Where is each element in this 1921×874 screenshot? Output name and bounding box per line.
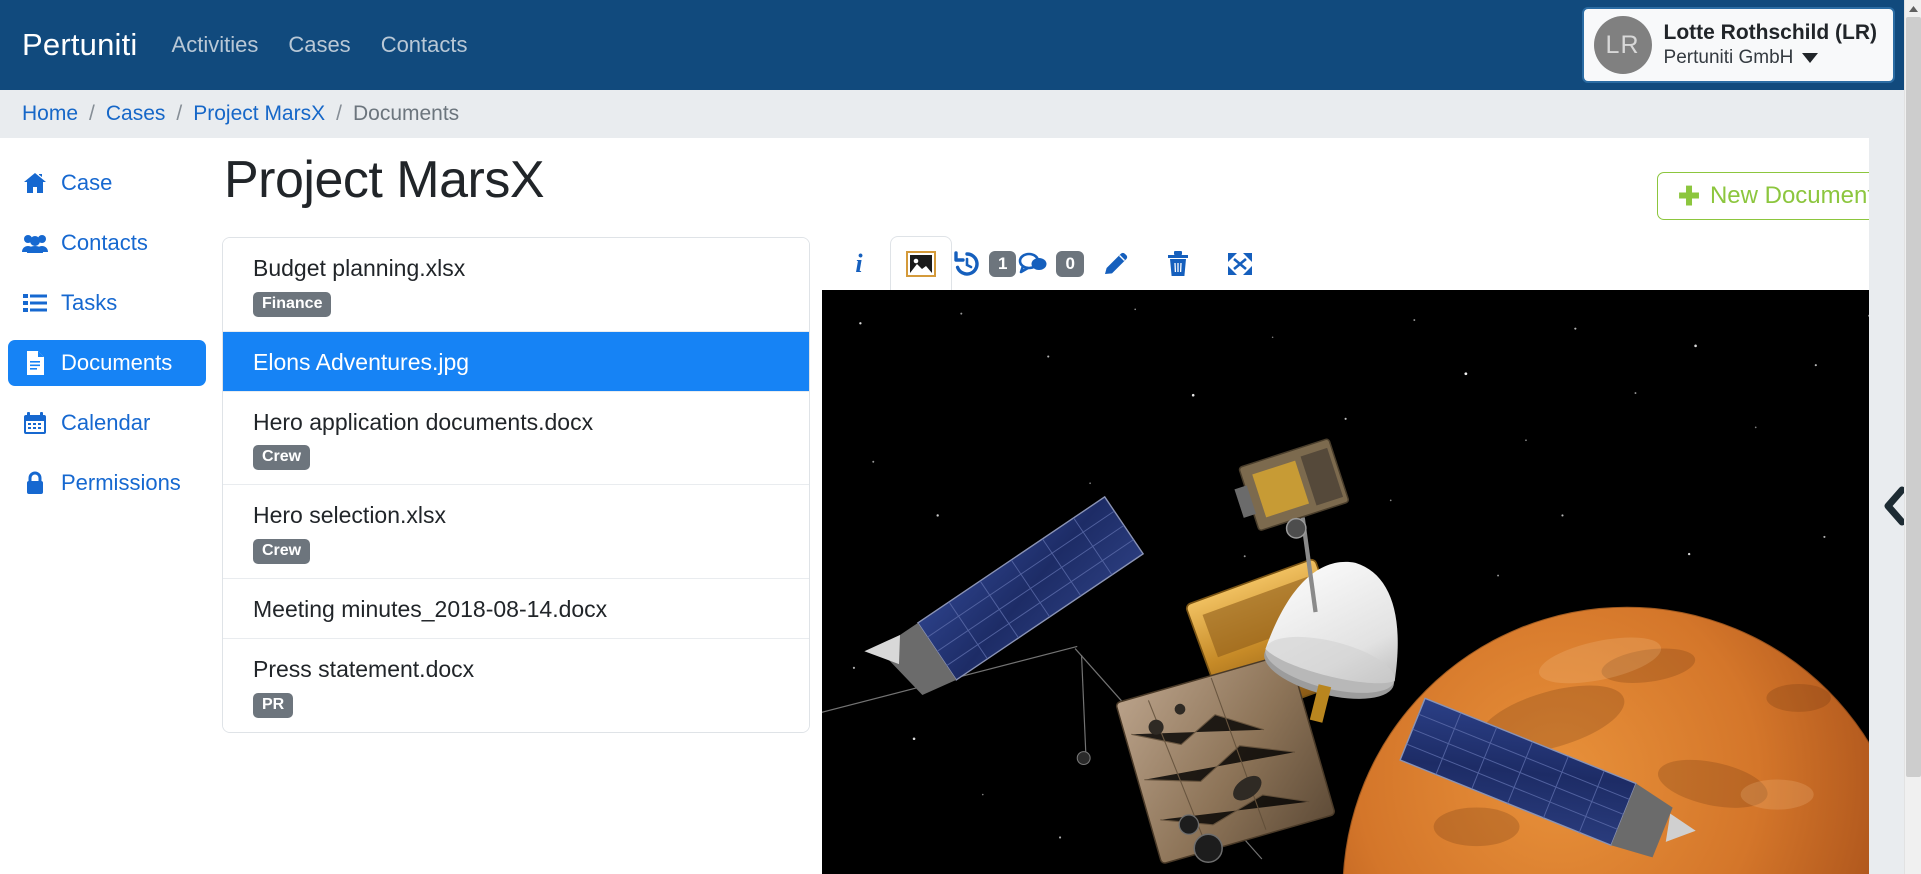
- sidebar-item-documents[interactable]: Documents: [8, 340, 206, 386]
- new-document-label: New Document: [1710, 182, 1874, 210]
- comments-tab[interactable]: 0: [1017, 236, 1084, 290]
- image-tab[interactable]: [890, 236, 952, 290]
- breadcrumb-separator: /: [165, 102, 193, 126]
- breadcrumb-item-home[interactable]: Home: [22, 102, 78, 126]
- sidebar-item-label: Contacts: [61, 230, 148, 256]
- fullscreen-button[interactable]: [1209, 236, 1271, 290]
- content-header: Project MarsX ✚ New Document: [222, 152, 1921, 236]
- comments-count-badge: 0: [1056, 251, 1083, 277]
- sidebar-item-label: Tasks: [61, 290, 117, 316]
- breadcrumb-separator: /: [78, 102, 106, 126]
- home-icon: [22, 172, 48, 194]
- users-icon: [22, 233, 48, 253]
- breadcrumb-separator: /: [325, 102, 353, 126]
- list-item[interactable]: Press statement.docx PR: [223, 639, 809, 732]
- user-info: Lotte Rothschild (LR) Pertuniti GmbH: [1664, 21, 1877, 68]
- avatar: LR: [1594, 16, 1652, 74]
- scroll-up-arrow[interactable]: [1905, 0, 1921, 17]
- document-name: Hero application documents.docx: [253, 408, 787, 437]
- history-count-badge: 1: [989, 251, 1016, 277]
- sidebar-item-label: Permissions: [61, 470, 181, 496]
- page-body: Case Contacts Tasks: [0, 138, 1921, 874]
- user-organization: Pertuniti GmbH: [1664, 47, 1794, 69]
- status-badge: Crew: [253, 539, 310, 564]
- image-icon: [906, 251, 936, 277]
- document-name: Budget planning.xlsx: [253, 254, 787, 283]
- document-name: Elons Adventures.jpg: [253, 348, 787, 377]
- sidebar-item-permissions[interactable]: Permissions: [8, 460, 206, 506]
- document-icon: [22, 351, 48, 375]
- user-name: Lotte Rothschild (LR): [1664, 21, 1877, 45]
- document-name: Hero selection.xlsx: [253, 501, 787, 530]
- content-body: Budget planning.xlsx Finance Elons Adven…: [222, 236, 1921, 874]
- calendar-icon: [22, 412, 48, 435]
- app-brand[interactable]: Pertuniti: [22, 27, 138, 63]
- list-item[interactable]: Elons Adventures.jpg: [223, 332, 809, 392]
- list-item[interactable]: Hero selection.xlsx Crew: [223, 485, 809, 579]
- preview-toolbar: i: [822, 236, 1895, 290]
- sidebar-item-label: Case: [61, 170, 112, 196]
- breadcrumb: Home / Cases / Project MarsX / Documents: [0, 90, 1921, 138]
- sidebar-item-contacts[interactable]: Contacts: [8, 220, 206, 266]
- plus-icon: ✚: [1678, 183, 1700, 209]
- document-name: Press statement.docx: [253, 655, 787, 684]
- status-badge: PR: [253, 693, 293, 718]
- info-icon: i: [855, 249, 862, 279]
- nav-link-contacts[interactable]: Contacts: [381, 32, 468, 58]
- list-item[interactable]: Budget planning.xlsx Finance: [223, 238, 809, 332]
- history-icon: [953, 251, 981, 277]
- breadcrumb-item-project-marsx[interactable]: Project MarsX: [193, 102, 325, 126]
- preview-panel: i: [822, 236, 1921, 874]
- document-name: Meeting minutes_2018-08-14.docx: [253, 595, 787, 624]
- main-content: Project MarsX ✚ New Document Budget plan…: [222, 138, 1921, 874]
- chevron-down-icon[interactable]: [1802, 53, 1818, 63]
- document-list: Budget planning.xlsx Finance Elons Adven…: [222, 237, 810, 733]
- user-menu[interactable]: LR Lotte Rothschild (LR) Pertuniti GmbH: [1582, 7, 1895, 83]
- info-tab[interactable]: i: [828, 236, 890, 290]
- new-document-button[interactable]: ✚ New Document: [1657, 172, 1895, 220]
- sidebar-item-tasks[interactable]: Tasks: [8, 280, 206, 326]
- list-item[interactable]: Hero application documents.docx Crew: [223, 392, 809, 486]
- sidebar-item-label: Calendar: [61, 410, 150, 436]
- sidebar-item-case[interactable]: Case: [8, 160, 206, 206]
- comment-icon: [1018, 252, 1048, 276]
- edit-button[interactable]: [1085, 236, 1147, 290]
- page-title: Project MarsX: [222, 152, 544, 209]
- user-org-row: Pertuniti GmbH: [1664, 47, 1877, 69]
- top-navbar: Pertuniti Activities Cases Contacts LR L…: [0, 0, 1921, 90]
- spacecraft-mars-image: [822, 290, 1895, 874]
- history-tab[interactable]: 1: [952, 236, 1017, 290]
- page-scrollbar[interactable]: [1904, 0, 1921, 874]
- expand-icon: [1226, 251, 1254, 277]
- breadcrumb-item-cases[interactable]: Cases: [106, 102, 166, 126]
- pencil-icon: [1102, 251, 1130, 277]
- primary-nav: Activities Cases Contacts: [172, 32, 468, 58]
- list-item[interactable]: Meeting minutes_2018-08-14.docx: [223, 579, 809, 639]
- trash-icon: [1166, 251, 1190, 277]
- sidebar: Case Contacts Tasks: [0, 138, 222, 874]
- sidebar-item-calendar[interactable]: Calendar: [8, 400, 206, 446]
- sidebar-item-label: Documents: [61, 350, 172, 376]
- status-badge: Crew: [253, 445, 310, 470]
- breadcrumb-item-documents: Documents: [353, 102, 459, 126]
- nav-link-cases[interactable]: Cases: [288, 32, 350, 58]
- delete-button[interactable]: [1147, 236, 1209, 290]
- nav-link-activities[interactable]: Activities: [172, 32, 259, 58]
- image-preview[interactable]: [822, 290, 1895, 874]
- list-icon: [22, 293, 48, 313]
- lock-icon: [22, 471, 48, 495]
- status-badge: Finance: [253, 292, 331, 317]
- scrollbar-thumb[interactable]: [1906, 17, 1921, 777]
